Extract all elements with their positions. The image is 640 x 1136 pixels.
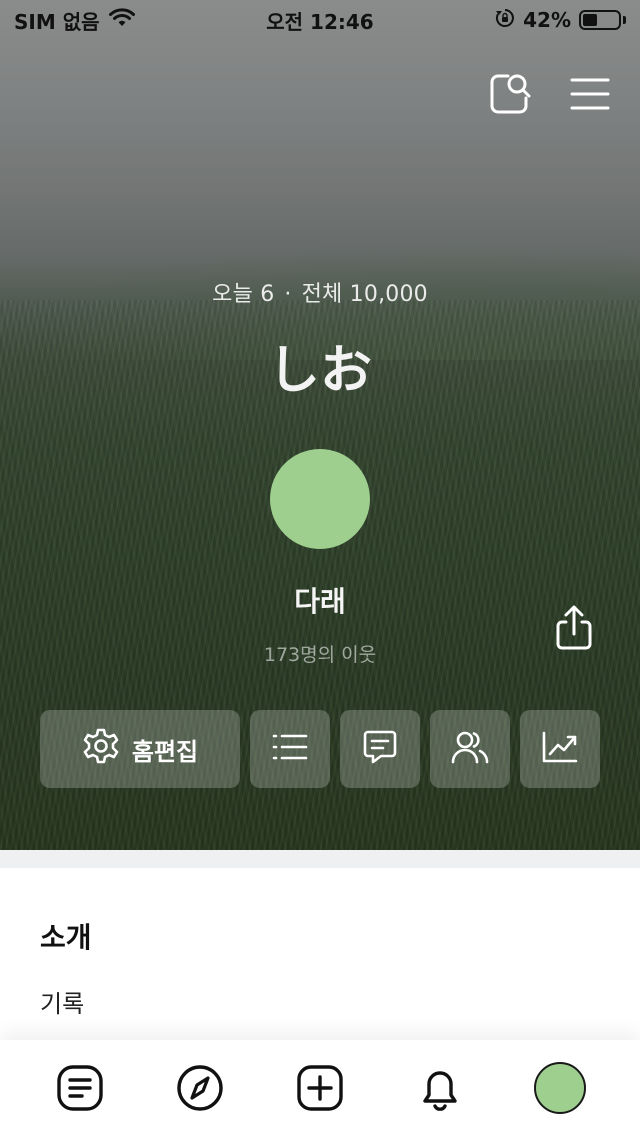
write-icon[interactable] — [288, 1056, 352, 1120]
edit-home-label: 홈편집 — [131, 737, 199, 766]
stats-separator: · — [284, 282, 292, 307]
neighbors-icon — [451, 730, 489, 768]
feed-icon[interactable] — [48, 1056, 112, 1120]
nickname[interactable]: 다래 — [0, 580, 640, 620]
orientation-lock-icon — [495, 8, 515, 33]
comments-button[interactable] — [340, 710, 420, 788]
my-avatar — [534, 1062, 586, 1114]
status-bar: SIM 없음 오전 12:46 42% — [0, 0, 640, 40]
menu-icon[interactable] — [568, 72, 612, 116]
visit-stats: 오늘 6 · 전체 10,000 — [0, 276, 640, 308]
stats-icon — [541, 730, 579, 768]
gear-icon — [82, 727, 120, 771]
my-avatar-tab[interactable] — [528, 1056, 592, 1120]
list-icon — [272, 732, 308, 766]
neighbor-count[interactable]: 173명의 이웃 — [0, 640, 640, 667]
status-left: SIM 없음 — [14, 6, 136, 35]
statistics-button[interactable] — [520, 710, 600, 788]
explore-icon[interactable] — [168, 1056, 232, 1120]
wifi-icon — [108, 7, 136, 33]
intro-title: 소개 — [40, 921, 92, 954]
search-page-icon[interactable] — [488, 72, 532, 116]
today-visits: 오늘 6 — [212, 282, 275, 307]
carrier-label: SIM 없음 — [14, 9, 100, 34]
post-list-button[interactable] — [250, 710, 330, 788]
status-right: 42% — [495, 8, 626, 33]
edit-home-button[interactable]: 홈편집 — [40, 710, 240, 788]
intro-item[interactable]: 기록 — [40, 984, 84, 1019]
action-row: 홈편집 — [40, 710, 600, 788]
header-actions — [488, 72, 612, 116]
tab-bar — [0, 1040, 640, 1136]
share-icon[interactable] — [552, 605, 596, 650]
total-visits: 전체 10,000 — [301, 282, 428, 307]
battery-percent: 42% — [523, 8, 571, 32]
comment-icon — [362, 729, 398, 769]
neighbors-button[interactable] — [430, 710, 510, 788]
blog-title: しお — [267, 341, 372, 401]
profile-avatar[interactable] — [270, 449, 370, 549]
section-divider — [0, 850, 640, 868]
battery-icon — [579, 10, 626, 30]
notification-icon[interactable] — [408, 1056, 472, 1120]
